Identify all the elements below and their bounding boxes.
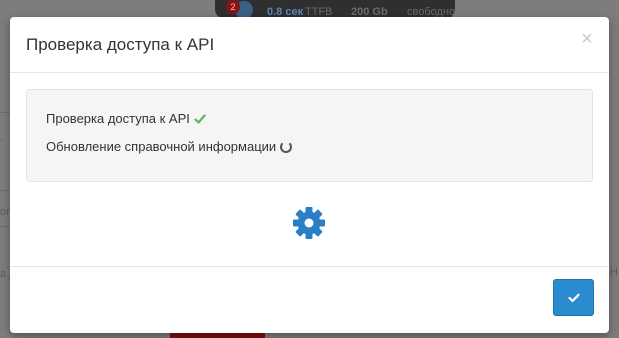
check-icon bbox=[194, 113, 206, 124]
loading-spinner-icon bbox=[280, 140, 293, 153]
check-icon bbox=[567, 293, 580, 302]
background-text-fragment: · bbox=[0, 134, 4, 146]
status-step-label: Обновление справочной информации bbox=[46, 139, 277, 154]
api-check-dialog: Проверка доступа к API × Проверка доступ… bbox=[10, 17, 609, 333]
status-step-label: Проверка доступа к API bbox=[46, 111, 190, 126]
dialog-title: Проверка доступа к API bbox=[26, 35, 215, 54]
dialog-body: Проверка доступа к API Обновление справо… bbox=[10, 73, 609, 267]
background-text-fragment: Н bbox=[610, 266, 618, 278]
background-divider bbox=[0, 190, 10, 191]
status-step-reference-update: Обновление справочной информации bbox=[46, 139, 293, 154]
close-button[interactable]: × bbox=[579, 29, 595, 49]
dialog-footer bbox=[10, 267, 609, 334]
status-step-api-check: Проверка доступа к API bbox=[46, 111, 206, 126]
status-panel: Проверка доступа к API Обновление справо… bbox=[26, 89, 593, 182]
notification-badge: 2 bbox=[226, 0, 240, 14]
dialog-header: Проверка доступа к API × bbox=[10, 17, 609, 73]
background-divider bbox=[0, 112, 10, 113]
gear-icon bbox=[293, 207, 325, 239]
confirm-button[interactable] bbox=[553, 279, 594, 316]
background-divider bbox=[0, 226, 10, 227]
